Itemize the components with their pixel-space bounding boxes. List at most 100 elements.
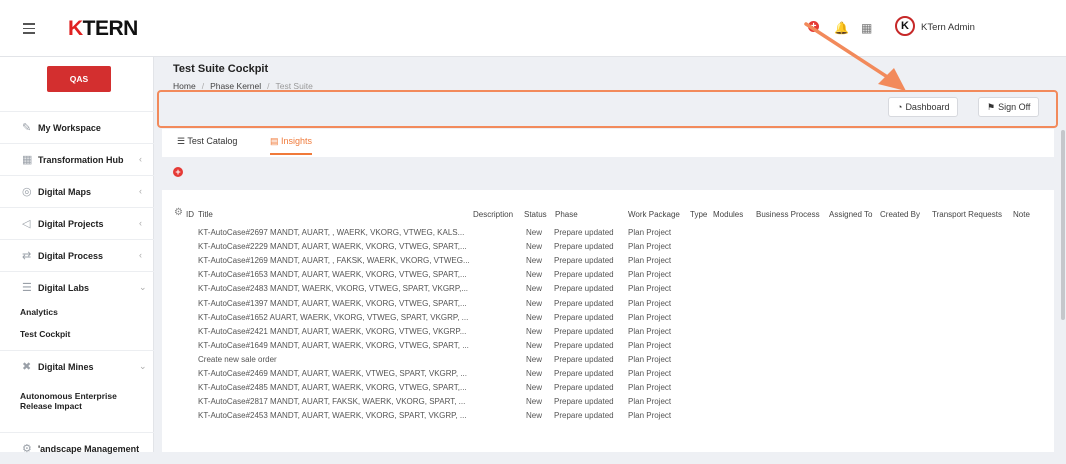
row-title: KT-AutoCase#1652 AUART, WAERK, VKORG, VT… xyxy=(198,312,469,322)
environment-badge[interactable]: QAS xyxy=(47,66,111,92)
dashboard-button[interactable]: ◔ Dashboard xyxy=(888,97,959,117)
add-test-case-button[interactable]: + xyxy=(173,167,183,177)
row-phase: Prepare updated xyxy=(554,326,614,336)
row-work-package: Plan Project xyxy=(628,411,672,421)
row-status: New xyxy=(526,340,543,350)
row-title: KT-AutoCase#1649 MANDT, AUART, WAERK, VK… xyxy=(198,340,469,350)
col-business-process[interactable]: Business Process xyxy=(756,210,820,219)
dashboard-icon: ◔ xyxy=(897,102,903,112)
col-id[interactable]: ID xyxy=(186,210,194,219)
row-phase: Prepare updated xyxy=(554,298,614,308)
row-work-package: Plan Project xyxy=(628,298,672,308)
row-work-package: Plan Project xyxy=(628,284,672,294)
row-work-package: Plan Project xyxy=(628,256,672,266)
row-work-package: Plan Project xyxy=(628,354,672,364)
chart-icon: ▤ xyxy=(270,136,282,146)
row-status: New xyxy=(526,284,543,294)
sidebar-item-transformation-hub[interactable]: ▦ Transformation Hub ‹ xyxy=(0,143,154,175)
table-row[interactable]: KT-AutoCase#2485 MANDT, AUART, WAERK, VK… xyxy=(0,383,1066,397)
scrollbar[interactable] xyxy=(1061,130,1065,320)
row-work-package: Plan Project xyxy=(628,340,672,350)
row-status: New xyxy=(526,298,543,308)
annotation-arrow xyxy=(804,22,906,91)
row-phase: Prepare updated xyxy=(554,383,614,393)
table-row[interactable]: KT-AutoCase#1397 MANDT, AUART, WAERK, VK… xyxy=(0,299,1066,313)
row-work-package: Plan Project xyxy=(628,312,672,322)
row-work-package: Plan Project xyxy=(628,397,672,407)
sidebar-item-my-workspace[interactable]: ✎ My Workspace xyxy=(0,111,154,143)
sidebar-item-landscape-management[interactable]: ⚙ 'andscape Management xyxy=(0,432,154,464)
chevron-left-icon: ‹ xyxy=(139,154,142,164)
col-transport-requests[interactable]: Transport Requests xyxy=(932,210,1002,219)
row-title: KT-AutoCase#2483 MANDT, WAERK, VKORG, VT… xyxy=(198,284,469,294)
sidebar-item-digital-maps[interactable]: ◎ Digital Maps ‹ xyxy=(0,175,154,207)
settings-gear-icon[interactable]: ⚙ xyxy=(174,207,183,218)
row-title: KT-AutoCase#2229 MANDT, AUART, WAERK, VK… xyxy=(198,242,467,252)
col-modules[interactable]: Modules xyxy=(713,210,743,219)
row-phase: Prepare updated xyxy=(554,354,614,364)
row-title: KT-AutoCase#1653 MANDT, AUART, WAERK, VK… xyxy=(198,270,467,280)
chevron-left-icon: ‹ xyxy=(139,186,142,196)
table-row[interactable]: KT-AutoCase#2469 MANDT, AUART, WAERK, VT… xyxy=(0,369,1066,383)
row-phase: Prepare updated xyxy=(554,397,614,407)
row-title: KT-AutoCase#2469 MANDT, AUART, WAERK, VT… xyxy=(198,369,467,378)
col-created-by[interactable]: Created By xyxy=(880,210,920,219)
table-row[interactable]: KT-AutoCase#2453 MANDT, AUART, WAERK, VK… xyxy=(0,411,1066,425)
row-status: New xyxy=(526,242,543,252)
row-work-package: Plan Project xyxy=(628,228,672,237)
col-phase[interactable]: Phase xyxy=(555,210,578,219)
table-row[interactable]: Create new sale order New Prepare updated P… xyxy=(0,355,1066,369)
row-status: New xyxy=(526,411,543,421)
row-work-package: Plan Project xyxy=(628,383,672,393)
row-phase: Prepare updated xyxy=(554,270,614,280)
row-phase: Prepare updated xyxy=(554,312,614,322)
row-title: Create new sale order xyxy=(198,354,277,364)
table-row[interactable]: KT-AutoCase#1653 MANDT, AUART, WAERK, VK… xyxy=(0,270,1066,284)
row-title: KT-AutoCase#1397 MANDT, AUART, WAERK, VK… xyxy=(198,298,467,308)
table-row[interactable]: KT-AutoCase#1269 MANDT, AUART, , FAKSK, … xyxy=(0,256,1066,270)
col-description[interactable]: Description xyxy=(473,210,513,219)
row-phase: Prepare updated xyxy=(554,242,614,252)
row-status: New xyxy=(526,270,543,280)
table-row[interactable]: KT-AutoCase#1649 MANDT, AUART, WAERK, VK… xyxy=(0,341,1066,355)
sign-off-button[interactable]: ⚑ Sign Off xyxy=(978,97,1040,117)
col-work-package[interactable]: Work Package xyxy=(628,210,680,219)
row-status: New xyxy=(526,312,543,322)
table-row[interactable]: KT-AutoCase#2483 MANDT, WAERK, VKORG, VT… xyxy=(0,284,1066,298)
row-work-package: Plan Project xyxy=(628,369,672,378)
row-status: New xyxy=(526,256,543,266)
row-phase: Prepare updated xyxy=(554,340,614,350)
workspace-icon: ✎ xyxy=(22,122,32,134)
col-type[interactable]: Type xyxy=(690,210,707,219)
tab-insights[interactable]: ▤ Insights xyxy=(270,136,313,155)
col-assigned-to[interactable]: Assigned To xyxy=(829,210,872,219)
row-work-package: Plan Project xyxy=(628,242,672,252)
tab-test-catalog[interactable]: ☰ Test Catalog xyxy=(177,136,237,147)
col-notes[interactable]: Note xyxy=(1013,210,1033,219)
col-title[interactable]: Title xyxy=(198,210,213,219)
table-row[interactable]: KT-AutoCase#2229 MANDT, AUART, WAERK, VK… xyxy=(0,242,1066,256)
user-name[interactable]: KTern Admin xyxy=(921,22,975,33)
flag-icon: ⚑ xyxy=(987,102,996,112)
row-status: New xyxy=(526,369,543,378)
row-title: KT-AutoCase#2453 MANDT, AUART, WAERK, VK… xyxy=(198,411,467,421)
hamburger-menu-icon[interactable] xyxy=(23,23,35,37)
row-title: KT-AutoCase#2697 MANDT, AUART, , WAERK, … xyxy=(198,228,465,237)
row-work-package: Plan Project xyxy=(628,270,672,280)
row-status: New xyxy=(526,397,543,407)
table-row[interactable]: KT-AutoCase#2421 MANDT, AUART, WAERK, VK… xyxy=(0,327,1066,341)
col-status[interactable]: Status xyxy=(524,210,547,219)
row-phase: Prepare updated xyxy=(554,228,614,237)
row-status: New xyxy=(526,354,543,364)
table-row[interactable]: KT-AutoCase#1652 AUART, WAERK, VKORG, VT… xyxy=(0,313,1066,327)
page-title: Test Suite Cockpit xyxy=(173,63,269,75)
table-row[interactable]: KT-AutoCase#2817 MANDT, AUART, FAKSK, WA… xyxy=(0,397,1066,411)
row-title: KT-AutoCase#2485 MANDT, AUART, WAERK, VK… xyxy=(198,383,467,393)
row-work-package: Plan Project xyxy=(628,326,672,336)
ktern-logo[interactable]: KTERN xyxy=(68,17,138,41)
row-phase: Prepare updated xyxy=(554,284,614,294)
table-row[interactable]: KT-AutoCase#2697 MANDT, AUART, , WAERK, … xyxy=(0,228,1066,242)
tab-bar: ☰ Test Catalog ▤ Insights xyxy=(162,129,1054,157)
row-phase: Prepare updated xyxy=(554,256,614,266)
row-status: New xyxy=(526,326,543,336)
